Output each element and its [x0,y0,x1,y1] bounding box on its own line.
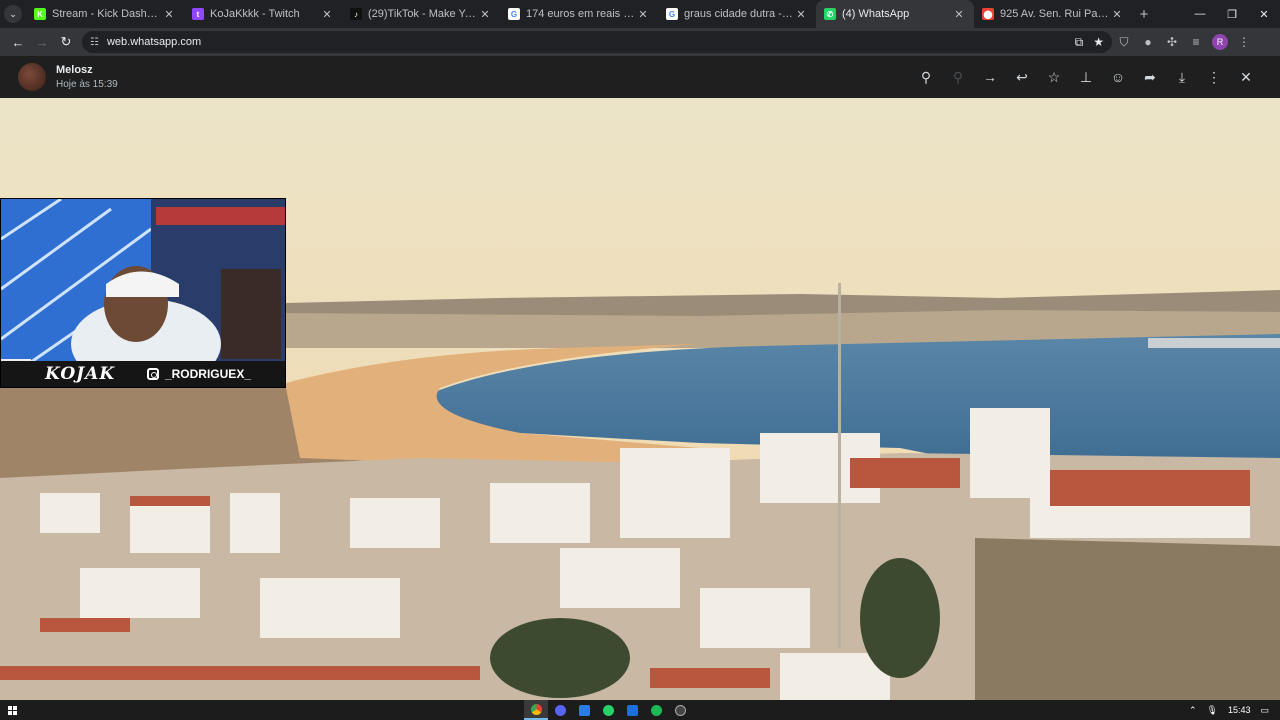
tab-title: 925 Av. Sen. Rui Palmeira - Goo [1000,8,1110,20]
whatsapp-taskbar-icon[interactable] [596,700,620,720]
extension-icon[interactable]: ● [1136,30,1160,54]
notifications-icon[interactable]: ▭ [1260,705,1269,716]
browser-menu-icon[interactable]: ⋮ [1232,30,1256,54]
browser-tab[interactable]: K Stream - Kick Dashboard✕ [26,0,184,28]
discord-taskbar-icon[interactable] [548,700,572,720]
close-tab-icon[interactable]: ✕ [320,8,334,21]
download-icon[interactable]: ⤓ [1166,61,1198,93]
tab-title: 174 euros em reais - Pesquisa G [526,8,636,20]
tiktok-icon: ♪ [350,8,362,20]
webcam-nameplate: KOJAK _RODRIGUEX_ [1,361,285,387]
start-button[interactable] [0,705,24,715]
back-icon[interactable]: ← [6,30,30,54]
emoji-react-icon[interactable]: ☺ [1102,61,1134,93]
clock[interactable]: 15:43 [1228,705,1251,715]
site-info-icon[interactable]: ☷ [90,37,99,48]
close-tab-icon[interactable]: ✕ [794,8,808,21]
maps-pin-icon: ⬤ [982,8,994,20]
tab-title: (4) WhatsApp [842,8,910,20]
next-arrow-icon[interactable]: → [974,61,1006,93]
coastal-town-photo [0,98,1280,700]
browser-tab-strip: ⌄ KStream - Kick Dashboard✕tKoJaKkkk - T… [0,0,1280,28]
windows-taskbar: ⌃ 🎙 15:43 ▭ [0,700,1280,720]
forward-icon[interactable]: ➦ [1134,61,1166,93]
browser-tab[interactable]: Ggraus cidade dutra - Pesquisa G✕ [658,0,816,28]
taskbar-apps [524,700,692,720]
tab-title: KoJaKkkk - Twitch [210,8,300,20]
media-actions: ⚲ ⚲ → ↩ ☆ ⊥ ☺ ➦ ⤓ ⋮ ✕ [910,61,1262,93]
webcam-overlay: KOJAK _RODRIGUEX_ [0,198,286,388]
reply-icon[interactable]: ↩ [1006,61,1038,93]
browser-tab[interactable]: ⬤ 925 Av. Sen. Rui Palmeira - Goo✕ [974,0,1132,28]
tab-title: (29)TikTok - Make Your Day [368,8,478,20]
avatar[interactable] [18,63,46,91]
forward-icon[interactable]: → [30,30,54,54]
star-icon[interactable]: ☆ [1038,61,1070,93]
media-viewer-header: Melosz Hoje às 15:39 ⚲ ⚲ → ↩ ☆ ⊥ ☺ ➦ ⤓ ⋮… [0,56,1280,98]
url-text: web.whatsapp.com [106,36,202,48]
microphone-icon[interactable]: 🎙 [1207,705,1218,716]
font-app-taskbar-icon[interactable] [572,700,596,720]
minimize-icon[interactable]: — [1184,0,1216,28]
windows-logo-icon [7,705,17,715]
close-tab-icon[interactable]: ✕ [952,8,966,21]
close-window-icon[interactable]: ✕ [1248,0,1280,28]
tab-title: graus cidade dutra - Pesquisa G [684,8,794,20]
new-tab-button[interactable]: + [1132,0,1156,28]
chevron-down-icon: ⌄ [4,5,22,23]
streamer-logo: KOJAK [45,364,116,384]
spotify-taskbar-icon[interactable] [644,700,668,720]
google-icon: G [666,8,678,20]
sender-name: Melosz [56,64,93,76]
zoom-out-icon: ⚲ [952,68,964,85]
reload-icon[interactable]: ↻ [54,30,78,54]
twitch-icon: t [192,8,204,20]
whatsapp-icon: ✆ [824,8,836,20]
instagram-icon [146,368,159,380]
tab-title: Stream - Kick Dashboard [52,8,162,20]
kick-icon: K [34,8,46,20]
tab-search-button[interactable]: ⌄ [0,0,26,28]
bookmark-star-icon[interactable]: ★ [1093,35,1104,49]
puzzle-extensions-icon[interactable]: ✣ [1160,30,1184,54]
browser-tab[interactable]: G 174 euros em reais - Pesquisa G✕ [500,0,658,28]
profile-avatar[interactable]: R [1212,34,1228,50]
browser-tab[interactable]: ♪ (29)TikTok - Make Your Day✕ [342,0,500,28]
close-tab-icon[interactable]: ✕ [162,8,176,21]
system-tray: ⌃ 🎙 15:43 ▭ [1184,705,1280,716]
browser-tab[interactable]: ✆ (4) WhatsApp ✕ [816,0,974,28]
tray-chevron-up-icon[interactable]: ⌃ [1189,705,1197,716]
webcam-feed [1,199,285,387]
instagram-handle-text: _RODRIGUEX_ [164,367,251,381]
browser-toolbar: ← → ↻ ☷ web.whatsapp.com ⧉ ★ ⛉ ● ✣ ≡ R ⋮ [0,28,1280,56]
address-bar[interactable]: ☷ web.whatsapp.com ⧉ ★ [82,31,1112,53]
window-controls: — ❐ ✕ [1184,0,1280,28]
media-image: KOJAK _RODRIGUEX_ [0,98,1280,700]
media-controls-icon[interactable]: ≡ [1184,30,1208,54]
instagram-handle: _RODRIGUEX_ [146,367,251,381]
chrome-taskbar-icon[interactable] [524,700,548,720]
zoom-in-icon[interactable]: ⚲ [910,61,942,93]
browser-tab[interactable]: t KoJaKkkk - Twitch ✕ [184,0,342,28]
restore-icon[interactable]: ❐ [1216,0,1248,28]
install-app-icon[interactable]: ⧉ [1075,35,1084,50]
pin-icon[interactable]: ⊥ [1070,61,1102,93]
close-viewer-icon[interactable]: ✕ [1230,61,1262,93]
obs-taskbar-icon[interactable] [668,700,692,720]
shield-extension-icon[interactable]: ⛉ [1112,30,1136,54]
more-options-icon[interactable]: ⋮ [1198,61,1230,93]
sender-info: Melosz Hoje às 15:39 [56,64,118,90]
sent-time: Hoje às 15:39 [56,79,118,90]
google-icon: G [508,8,520,20]
close-tab-icon[interactable]: ✕ [636,8,650,21]
streaming-app-taskbar-icon[interactable] [620,700,644,720]
close-tab-icon[interactable]: ✕ [478,8,492,21]
close-tab-icon[interactable]: ✕ [1110,8,1124,21]
